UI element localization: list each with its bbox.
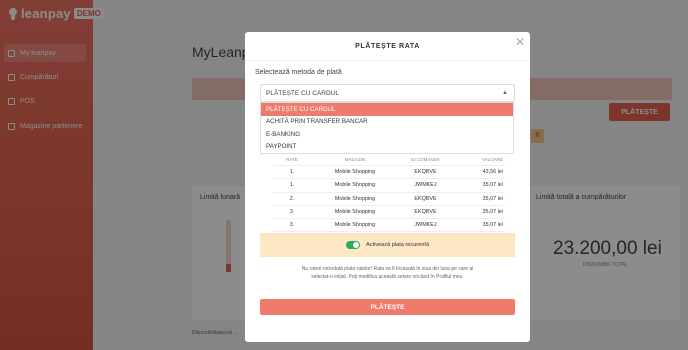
- table-cell: 3.: [289, 222, 295, 229]
- table-cell: JWMKEJ: [414, 222, 437, 229]
- modal-title: PLĂTEȘTE RATA: [355, 43, 420, 50]
- recurring-info-text: Nu rateзi niciodată plata ratelor! Rata …: [301, 266, 474, 280]
- table-cell: 43,56 lei: [482, 169, 503, 176]
- table-cell: Mobile Shopping: [334, 195, 376, 202]
- table-cell: JWMKEJ: [414, 182, 437, 189]
- table-cell: 35,07 lei: [482, 209, 503, 216]
- table-cell: EKQBVE: [414, 195, 437, 202]
- table-row: 1. Mobile Shopping EKQBVE 43,56 lei: [272, 166, 505, 180]
- pay-button[interactable]: PLĂTEȘTE: [260, 299, 515, 315]
- table-cell: Mobile Shopping: [334, 182, 376, 189]
- column-header: MAGAZIN: [344, 157, 366, 162]
- table-cell: 3.: [289, 209, 295, 216]
- chevron-up-icon: ▲: [502, 90, 508, 96]
- table-row: 3. Mobile Shopping EKQBVE 35,07 lei: [272, 206, 505, 220]
- option-e-banking[interactable]: E-BANKING: [261, 128, 513, 141]
- table-cell: Mobile Shopping: [334, 169, 376, 176]
- payment-method-label: Selectează metoda de plată: [255, 69, 342, 76]
- option-bank-transfer[interactable]: ACHITĂ PRIN TRANSFER BANCAR: [261, 116, 513, 129]
- option-card[interactable]: PLĂTEȘTE CU CARDUL: [261, 103, 513, 116]
- table-header: RATE MAGAZIN ID COMANDA VALOARE: [272, 154, 505, 166]
- table-cell: 2.: [289, 195, 295, 202]
- column-header: RATE: [286, 157, 298, 162]
- payment-method-select[interactable]: PLĂTEȘTE CU CARDUL ▲: [260, 84, 515, 102]
- table-cell: EKQBVE: [414, 209, 437, 216]
- table-cell: 35,07 lei: [482, 222, 503, 229]
- table-cell: 1.: [289, 182, 295, 189]
- table-row: 2. Mobile Shopping EKQBVE 35,07 lei: [272, 193, 505, 206]
- table-cell: 35,07 lei: [482, 182, 503, 189]
- table-cell: EKQBVE: [414, 169, 437, 176]
- table-cell: 1.: [289, 169, 295, 176]
- table-cell: Mobile Shopping: [334, 222, 376, 229]
- payment-method-dropdown: PLĂTEȘTE CU CARDUL ACHITĂ PRIN TRANSFER …: [260, 102, 514, 154]
- divider: [245, 60, 530, 61]
- option-paypoint[interactable]: PAYPOINT: [261, 141, 513, 154]
- close-icon[interactable]: ✕: [515, 35, 525, 49]
- column-header: ID COMANDA: [411, 157, 440, 162]
- column-header: VALOARE: [482, 157, 503, 162]
- recurring-payment-label: Activează plata recurentă: [365, 242, 430, 248]
- installments-table: RATE MAGAZIN ID COMANDA VALOARE 1. Mobil…: [272, 154, 505, 233]
- table-cell: 35,07 lei: [482, 195, 503, 202]
- pay-installment-modal: PLĂTEȘTE RATA ✕ Selectează metoda de pla…: [245, 32, 530, 342]
- table-row: 1. Mobile Shopping JWMKEJ 35,07 lei: [272, 179, 505, 193]
- table-row: 3. Mobile Shopping JWMKEJ 35,07 lei: [272, 219, 505, 233]
- recurring-payment-toggle[interactable]: [345, 241, 360, 249]
- recurring-payment-panel: Activează plata recurentă: [260, 233, 515, 257]
- table-cell: Mobile Shopping: [334, 209, 376, 216]
- selected-method: PLĂTEȘTE CU CARDUL: [266, 89, 339, 97]
